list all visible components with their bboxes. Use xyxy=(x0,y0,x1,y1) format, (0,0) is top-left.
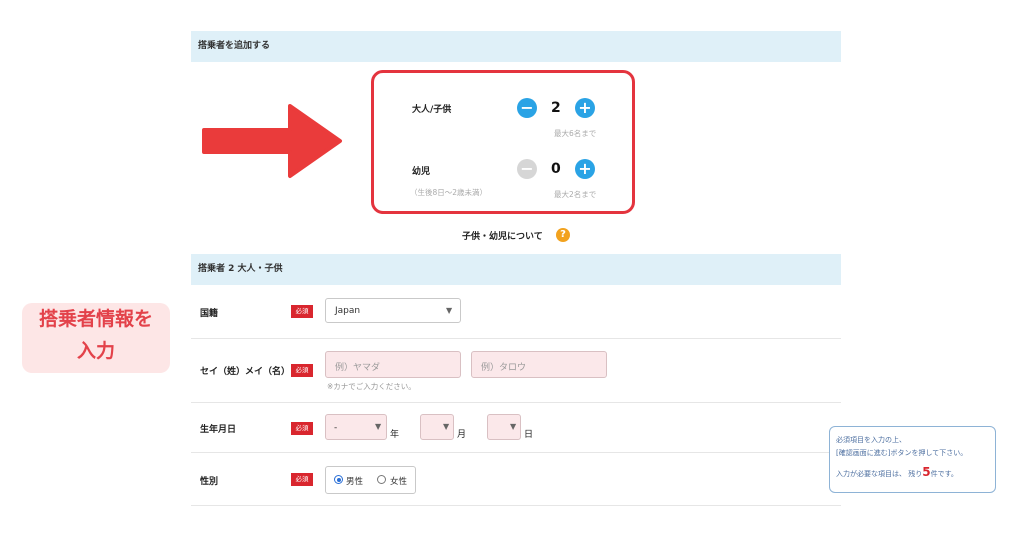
nationality-row xyxy=(191,285,841,339)
infant-count: 0 xyxy=(551,161,561,177)
passenger-info-annotation: 搭乗者情報を 入力 xyxy=(22,303,170,373)
chevron-down-icon: ▼ xyxy=(443,422,450,431)
birth-year-select[interactable]: - ▼ xyxy=(325,414,387,440)
notice-line-2: [確認画面に進む]ボタンを押して下さい。 xyxy=(836,449,968,457)
add-passenger-title: 搭乗者を追加する xyxy=(198,41,271,51)
remaining-fields-notice: 必須項目を入力の上、 [確認画面に進む]ボタンを押して下さい。 入力が必要な項目… xyxy=(829,426,996,493)
annotation-line-2: 入力 xyxy=(76,340,115,362)
name-kana-note: ※カナでご入力ください。 xyxy=(327,382,416,391)
gender-radio-group: 男性 女性 xyxy=(325,466,416,494)
notice-line-1: 必須項目を入力の上、 xyxy=(836,436,906,444)
gender-row xyxy=(191,453,841,506)
adult-count: 2 xyxy=(551,100,561,116)
required-badge: 必須 xyxy=(291,473,313,486)
nationality-select[interactable]: Japan ▼ xyxy=(325,298,461,323)
month-unit: 月 xyxy=(457,430,467,440)
infant-minus-button[interactable]: − xyxy=(517,159,537,179)
required-badge: 必須 xyxy=(291,364,313,377)
nationality-label: 国籍 xyxy=(200,309,219,319)
adult-child-label: 大人/子供 xyxy=(412,105,452,115)
infant-plus-button[interactable]: + xyxy=(575,159,595,179)
year-unit: 年 xyxy=(390,430,400,440)
day-unit: 日 xyxy=(524,430,534,440)
female-label: 女性 xyxy=(390,477,408,487)
required-badge: 必須 xyxy=(291,305,313,318)
notice-line-3: 入力が必要な項目は、 残り5件です。 xyxy=(836,466,989,481)
mei-input[interactable]: 例）タロウ xyxy=(471,351,607,378)
notice-suffix: 件です。 xyxy=(930,470,958,478)
add-passenger-header: 搭乗者を追加する xyxy=(191,31,841,62)
infant-label: 幼児 xyxy=(412,167,431,177)
male-label: 男性 xyxy=(346,477,364,487)
passenger-section-title: 搭乗者 2 大人・子供 xyxy=(198,264,283,274)
adult-max-note: 最大6名まで xyxy=(554,129,597,138)
chevron-down-icon: ▼ xyxy=(375,422,382,431)
adult-minus-button[interactable]: − xyxy=(517,98,537,118)
gender-label: 性別 xyxy=(200,477,219,487)
remaining-count: 5 xyxy=(922,465,931,479)
birth-month-select[interactable]: ▼ xyxy=(420,414,454,440)
passenger-section-header: 搭乗者 2 大人・子供 xyxy=(191,254,841,285)
adult-plus-button[interactable]: + xyxy=(575,98,595,118)
help-question-icon[interactable]: ? xyxy=(556,228,570,242)
child-infant-help-link[interactable]: 子供・幼児について xyxy=(462,229,543,242)
birth-year-value: - xyxy=(334,423,338,433)
nationality-value: Japan xyxy=(335,306,361,316)
sei-input[interactable]: 例）ヤマダ xyxy=(325,351,461,378)
infant-max-note: 最大2名まで xyxy=(554,190,597,199)
notice-prefix: 入力が必要な項目は、 残り xyxy=(836,470,923,478)
required-badge: 必須 xyxy=(291,422,313,435)
infant-age-note: （生後8日〜2歳未満） xyxy=(410,188,488,197)
birth-day-select[interactable]: ▼ xyxy=(487,414,521,440)
birthdate-label: 生年月日 xyxy=(200,425,237,435)
chevron-down-icon: ▼ xyxy=(510,422,517,431)
sei-placeholder: 例）ヤマダ xyxy=(335,363,381,373)
name-label: セイ（姓）メイ（名） xyxy=(200,367,291,377)
arrow-right-icon xyxy=(202,104,342,178)
male-radio[interactable] xyxy=(334,475,343,484)
annotation-line-1: 搭乗者情報を xyxy=(38,308,153,330)
female-radio[interactable] xyxy=(377,475,386,484)
mei-placeholder: 例）タロウ xyxy=(481,363,527,373)
chevron-down-icon: ▼ xyxy=(446,306,453,315)
